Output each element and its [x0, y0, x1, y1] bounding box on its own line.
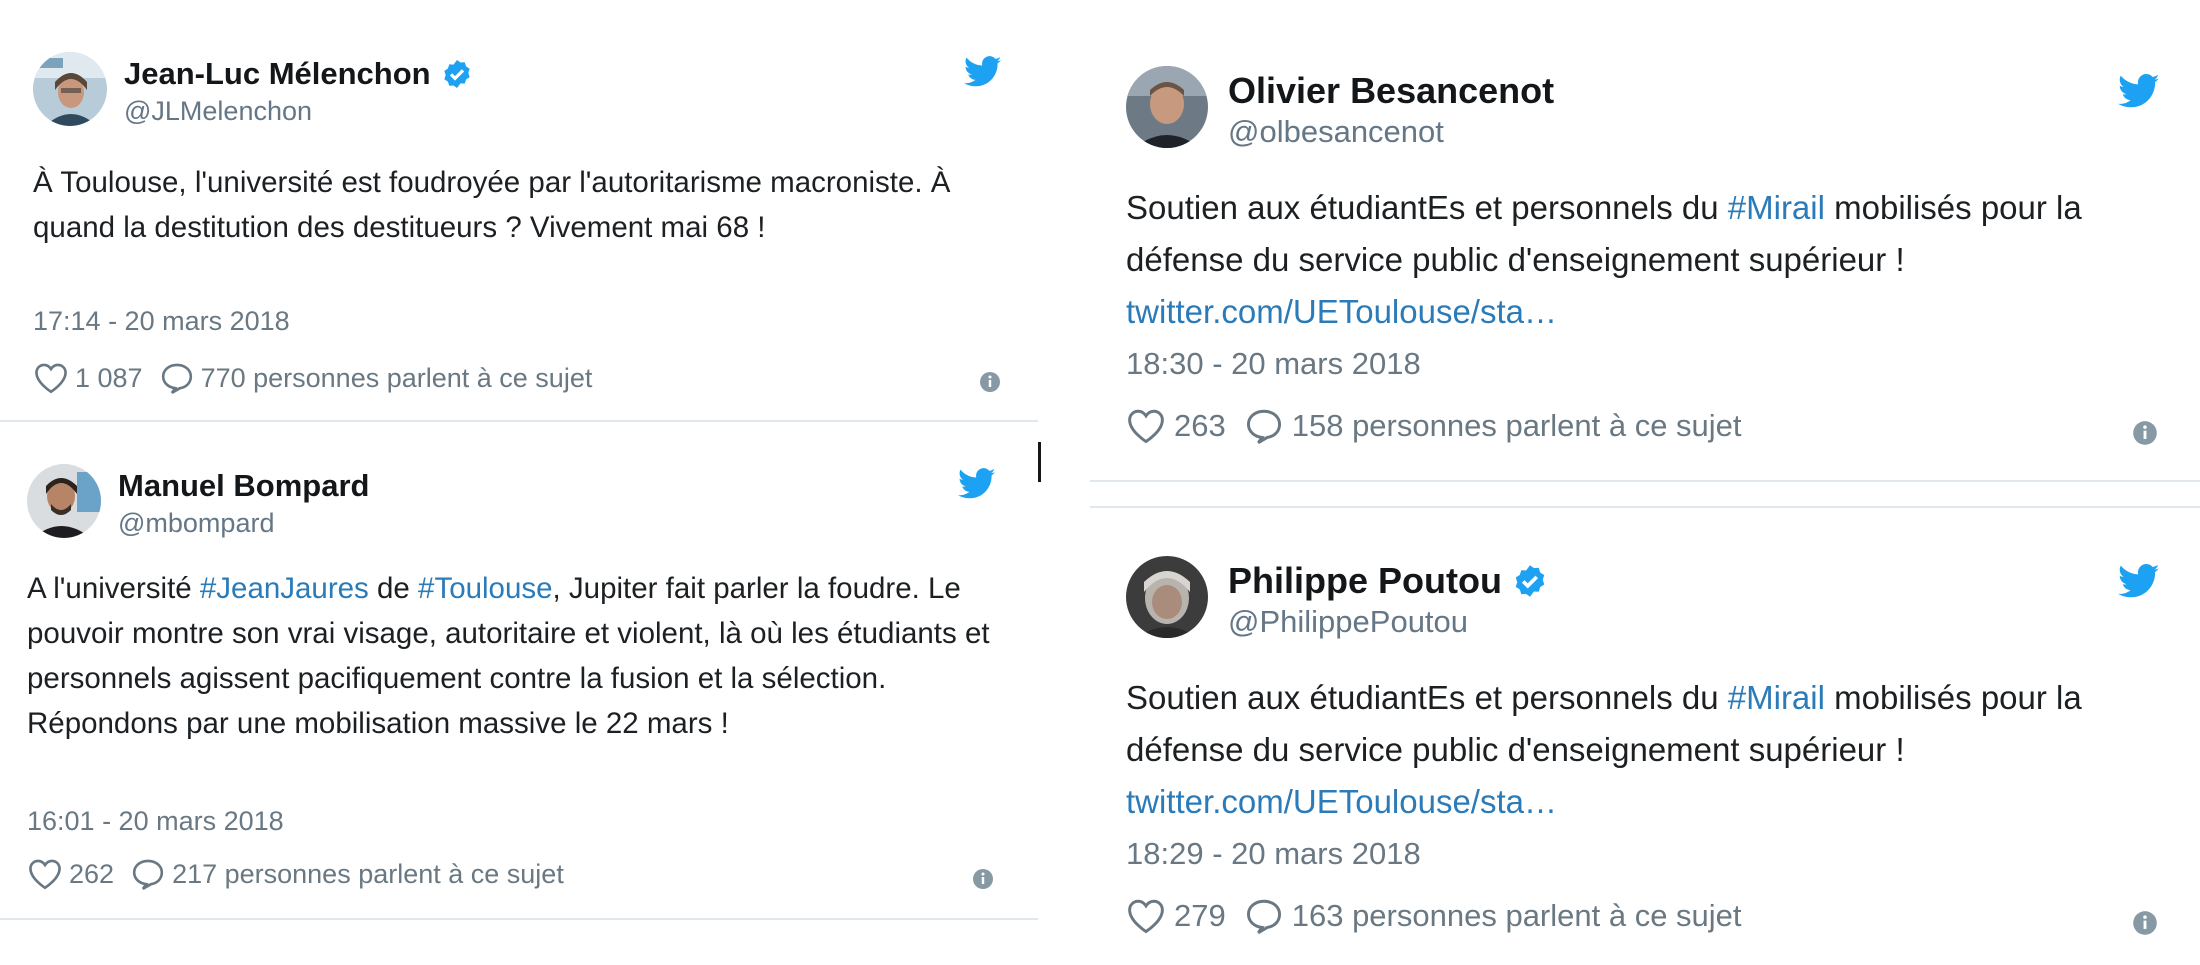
author-handle[interactable]: @olbesancenot — [1228, 114, 1444, 150]
tweet-card-poutou[interactable]: Philippe Poutou @PhilippePoutou Soutien … — [1090, 510, 2200, 965]
hashtag-link[interactable]: #Mirail — [1728, 679, 1825, 716]
like-count[interactable]: 1 087 — [75, 363, 143, 394]
tweet-divider — [1090, 506, 2200, 508]
tweet-actions: 263 158 personnes parlent à ce sujet — [1126, 408, 1742, 444]
timestamp-link[interactable]: 17:14 - 20 mars 2018 — [33, 306, 290, 337]
speech-bubble-icon[interactable] — [1244, 408, 1284, 444]
author-name[interactable]: Manuel Bompard — [118, 468, 369, 504]
reply-count-text[interactable]: 217 personnes parlent à ce sujet — [172, 859, 564, 890]
text-cursor — [1038, 442, 1041, 482]
verified-badge-icon — [1512, 563, 1548, 599]
author-handle[interactable]: @PhilippePoutou — [1228, 604, 1468, 640]
reply-count-text[interactable]: 770 personnes parlent à ce sujet — [201, 363, 593, 394]
hashtag-link[interactable]: #JeanJaures — [200, 572, 369, 605]
info-icon[interactable] — [2132, 910, 2158, 936]
tweet-card-melenchon[interactable]: Jean-Luc Mélenchon @JLMelenchon À Toulou… — [0, 0, 1040, 420]
speech-bubble-icon[interactable] — [159, 362, 195, 394]
twitter-bird-icon[interactable] — [2118, 74, 2160, 109]
author-name[interactable]: Jean-Luc Mélenchon — [124, 56, 473, 92]
twitter-bird-icon[interactable] — [964, 56, 1002, 88]
reply-count-text[interactable]: 158 personnes parlent à ce sujet — [1292, 408, 1742, 444]
timestamp-link[interactable]: 16:01 - 20 mars 2018 — [27, 806, 284, 837]
url-link[interactable]: twitter.com/UEToulouse/sta… — [1126, 293, 1557, 330]
tweet-actions: 1 087 770 personnes parlent à ce sujet — [33, 362, 592, 394]
verified-badge-icon — [441, 58, 473, 90]
info-icon[interactable] — [2132, 420, 2158, 446]
heart-icon[interactable] — [1126, 408, 1166, 444]
tweet-text: A l'université #JeanJaures de #Toulouse,… — [27, 572, 990, 740]
heart-icon[interactable] — [33, 362, 69, 394]
url-link[interactable]: twitter.com/UEToulouse/sta… — [1126, 783, 1557, 820]
speech-bubble-icon[interactable] — [1244, 898, 1284, 934]
info-icon[interactable] — [972, 868, 994, 890]
tweet-divider — [1090, 480, 2200, 482]
like-count[interactable]: 262 — [69, 859, 114, 890]
like-count[interactable]: 279 — [1174, 898, 1226, 934]
tweet-card-bompard[interactable]: Manuel Bompard @mbompard A l'université … — [0, 424, 1040, 920]
speech-bubble-icon[interactable] — [130, 858, 166, 890]
info-icon[interactable] — [979, 371, 1001, 393]
twitter-bird-icon[interactable] — [958, 468, 996, 500]
tweet-actions: 279 163 personnes parlent à ce sujet — [1126, 898, 1742, 934]
timestamp-link[interactable]: 18:29 - 20 mars 2018 — [1126, 836, 1421, 872]
avatar[interactable] — [33, 52, 107, 126]
tweet-text: Soutien aux étudiantEs et personnels du … — [1126, 189, 2082, 330]
twitter-bird-icon[interactable] — [2118, 564, 2160, 599]
timestamp-link[interactable]: 18:30 - 20 mars 2018 — [1126, 346, 1421, 382]
tweet-divider — [0, 918, 1038, 920]
avatar[interactable] — [27, 464, 101, 538]
tweet-text: Soutien aux étudiantEs et personnels du … — [1126, 679, 2082, 820]
author-handle[interactable]: @mbompard — [118, 508, 274, 539]
like-count[interactable]: 263 — [1174, 408, 1226, 444]
reply-count-text[interactable]: 163 personnes parlent à ce sujet — [1292, 898, 1742, 934]
author-name[interactable]: Philippe Poutou — [1228, 560, 1548, 602]
heart-icon[interactable] — [1126, 898, 1166, 934]
hashtag-link[interactable]: #Mirail — [1728, 189, 1825, 226]
heart-icon[interactable] — [27, 858, 63, 890]
tweet-card-besancenot[interactable]: Olivier Besancenot @olbesancenot Soutien… — [1090, 0, 2200, 480]
author-name[interactable]: Olivier Besancenot — [1228, 70, 1554, 112]
author-handle[interactable]: @JLMelenchon — [124, 96, 312, 127]
avatar[interactable] — [1126, 556, 1208, 638]
tweet-actions: 262 217 personnes parlent à ce sujet — [27, 858, 564, 890]
tweet-divider — [0, 420, 1038, 422]
hashtag-link[interactable]: #Toulouse — [418, 572, 553, 605]
tweet-text: À Toulouse, l'université est foudroyée p… — [33, 166, 951, 244]
avatar[interactable] — [1126, 66, 1208, 148]
